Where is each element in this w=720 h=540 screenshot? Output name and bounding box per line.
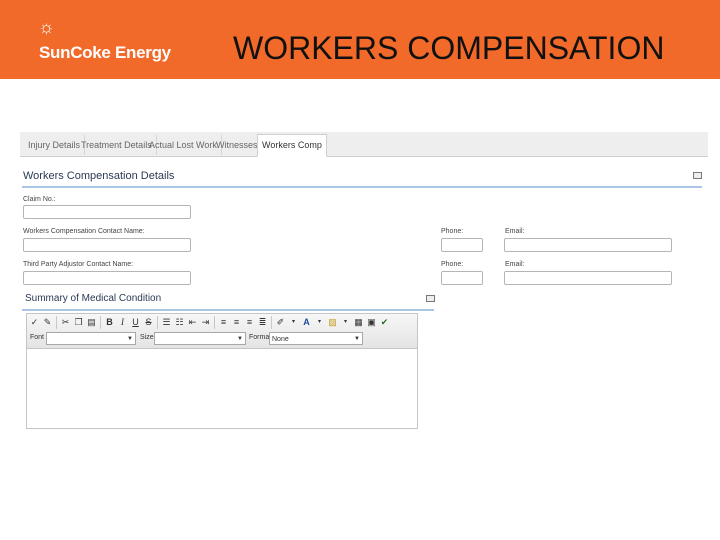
bold-icon[interactable]: B — [104, 316, 115, 329]
logo-text: SunCoke Energy — [39, 43, 171, 62]
text-color-dropdown-icon[interactable]: ▾ — [314, 316, 325, 329]
claim-number-field[interactable] — [23, 205, 191, 219]
align-right-icon[interactable]: ≡ — [244, 316, 255, 329]
contact-phone-field[interactable] — [441, 238, 483, 252]
contact-email-field[interactable] — [504, 238, 672, 252]
adjustor-name-field[interactable] — [23, 271, 191, 285]
copy-icon[interactable]: ❐ — [73, 316, 84, 329]
tab-workers-comp[interactable]: Workers Comp — [257, 134, 327, 157]
adjustor-email-label: Email: — [505, 261, 525, 268]
unordered-list-icon[interactable]: ☷ — [174, 316, 185, 329]
contact-email-label: Email: — [505, 228, 525, 235]
chevron-down-icon: ▼ — [237, 336, 243, 342]
adjustor-name-label: Third Party Adjustor Contact Name: — [23, 261, 134, 268]
adjustor-phone-field[interactable] — [441, 271, 483, 285]
adjustor-email-field[interactable] — [504, 271, 672, 285]
workers-comp-form: Injury Details Treatment Details Actual … — [20, 132, 708, 432]
editor-body[interactable] — [27, 349, 417, 427]
toolbar-separator — [271, 316, 272, 329]
spellcheck-icon[interactable]: ✔ — [379, 316, 390, 329]
details-divider — [22, 186, 702, 188]
claim-label: Claim No.: — [23, 196, 56, 203]
size-label: Size — [140, 334, 154, 341]
collapse-medical-icon[interactable] — [426, 295, 435, 302]
align-center-icon[interactable]: ≡ — [231, 316, 242, 329]
highlight-dropdown-icon[interactable]: ▾ — [288, 316, 299, 329]
medical-heading: Summary of Medical Condition — [25, 293, 162, 304]
sun-icon: ☼ — [38, 17, 55, 37]
toolbar-separator — [214, 316, 215, 329]
format-select[interactable]: None ▼ — [269, 332, 363, 345]
text-color-icon[interactable]: A — [301, 316, 312, 329]
paste-icon[interactable]: ▤ — [86, 316, 97, 329]
details-heading: Workers Compensation Details — [23, 170, 175, 182]
tab-actual-lost-work[interactable]: Actual Lost Work — [145, 135, 222, 155]
adjustor-phone-label: Phone: — [441, 261, 464, 268]
indent-icon[interactable]: ⇥ — [200, 316, 211, 329]
slide-title: WORKERS COMPENSATION — [233, 30, 665, 66]
font-select[interactable]: ▼ — [46, 332, 136, 345]
size-select[interactable]: ▼ — [154, 332, 246, 345]
medical-divider — [22, 309, 434, 311]
contact-phone-label: Phone: — [441, 228, 464, 235]
editor-toolbar: ✓ ✎ ✂ ❐ ▤ B I U S ☰ ☷ ⇤ ⇥ ≡ ≡ ≡ ≣ ✐ ▾ A … — [27, 314, 417, 349]
format-label: Format — [249, 334, 272, 341]
source-icon[interactable]: ✓ — [29, 316, 40, 329]
table-icon[interactable]: ▦ — [353, 316, 364, 329]
background-color-icon[interactable]: ▨ — [327, 316, 338, 329]
chevron-down-icon: ▼ — [354, 336, 360, 342]
justify-icon[interactable]: ≣ — [257, 316, 268, 329]
paste-text-icon[interactable]: ✎ — [42, 316, 53, 329]
tab-bar: Injury Details Treatment Details Actual … — [20, 132, 708, 157]
highlight-icon[interactable]: ✐ — [275, 316, 286, 329]
underline-icon[interactable]: U — [130, 316, 141, 329]
tab-injury-details[interactable]: Injury Details — [24, 135, 86, 155]
outdent-icon[interactable]: ⇤ — [187, 316, 198, 329]
tab-witnesses[interactable]: Witnesses — [212, 135, 263, 155]
font-label: Font — [30, 334, 45, 341]
medical-summary-editor: ✓ ✎ ✂ ❐ ▤ B I U S ☰ ☷ ⇤ ⇥ ≡ ≡ ≡ ≣ ✐ ▾ A … — [26, 313, 418, 429]
chevron-down-icon: ▼ — [127, 336, 133, 342]
contact-name-label: Workers Compensation Contact Name: — [23, 228, 145, 235]
toolbar-separator — [157, 316, 158, 329]
ordered-list-icon[interactable]: ☰ — [161, 316, 172, 329]
title-banner: ☼ SunCoke Energy WORKERS COMPENSATION — [0, 0, 720, 79]
toolbar-separator — [56, 316, 57, 329]
background-color-dropdown-icon[interactable]: ▾ — [340, 316, 351, 329]
italic-icon[interactable]: I — [117, 316, 128, 329]
contact-name-field[interactable] — [23, 238, 191, 252]
toolbar-separator — [100, 316, 101, 329]
collapse-details-icon[interactable] — [693, 172, 702, 179]
align-left-icon[interactable]: ≡ — [218, 316, 229, 329]
strikethrough-icon[interactable]: S — [143, 316, 154, 329]
cut-icon[interactable]: ✂ — [60, 316, 71, 329]
paste-word-icon[interactable]: ▣ — [366, 316, 377, 329]
